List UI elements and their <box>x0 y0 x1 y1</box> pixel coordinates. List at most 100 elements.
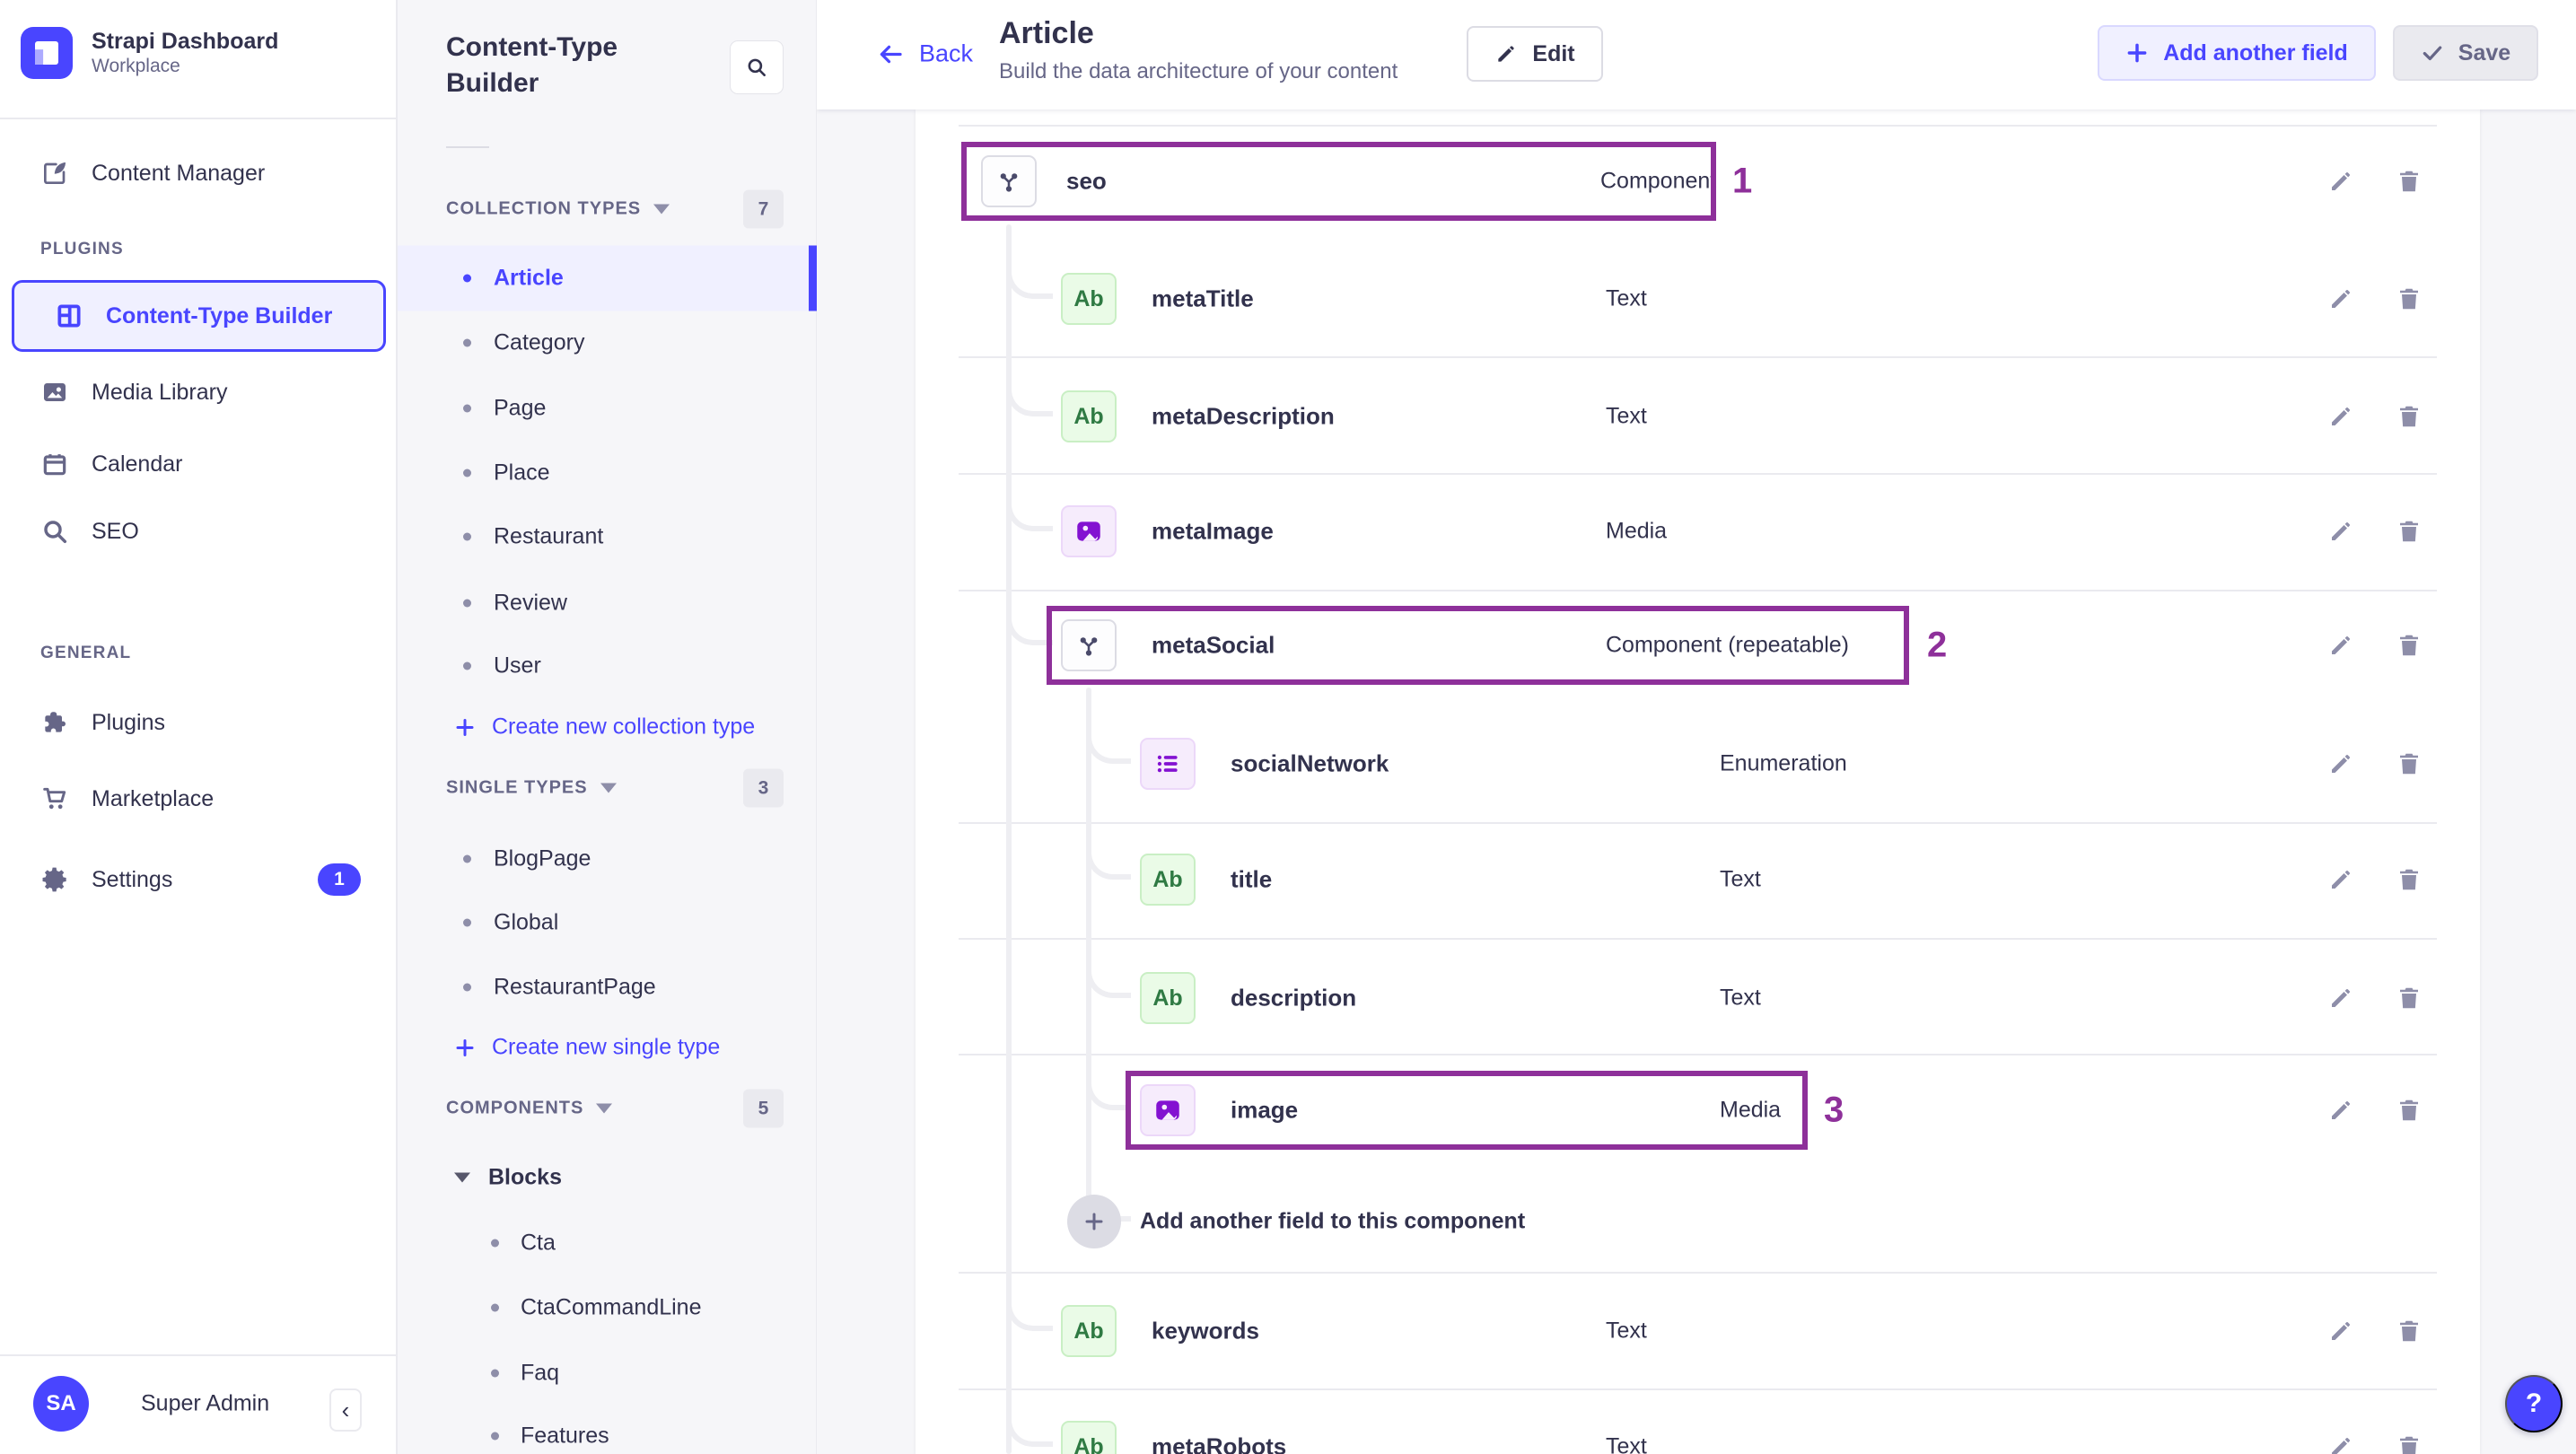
panel-item-category[interactable]: Category <box>398 311 817 376</box>
delete-field-button[interactable] <box>2391 980 2427 1016</box>
field-type: Component (repeatable) <box>1606 632 1849 658</box>
panel-rule <box>446 146 489 148</box>
panel-item-cta[interactable]: Cta <box>398 1211 817 1276</box>
search-button[interactable] <box>730 40 784 94</box>
save-button[interactable]: Save <box>2393 25 2538 81</box>
calendar-icon <box>40 450 69 478</box>
field-name-title: title <box>1231 865 1273 893</box>
panel-item-features[interactable]: Features <box>398 1404 817 1454</box>
edit-field-button[interactable] <box>2323 1429 2359 1454</box>
delete-field-button[interactable] <box>2391 627 2427 663</box>
bullet-icon <box>463 338 471 347</box>
panel-section-header-components[interactable]: COMPONENTS <box>446 1099 613 1119</box>
tree-branch <box>1006 365 1053 416</box>
back-link[interactable]: Back <box>878 40 973 68</box>
delete-field-button[interactable] <box>2391 746 2427 782</box>
arrow-left-icon <box>880 45 902 63</box>
edit-pencil-icon <box>2332 172 2350 190</box>
panel-item-user[interactable]: User <box>398 634 817 699</box>
edit-field-button[interactable] <box>2323 862 2359 898</box>
chevron-down-icon <box>596 1103 613 1114</box>
bullet-icon <box>463 469 471 477</box>
grid-icon <box>55 302 83 330</box>
panel-item-article[interactable]: Article <box>398 245 817 311</box>
component-category-blocks[interactable]: Blocks <box>454 1165 562 1191</box>
bullet-icon <box>463 854 471 863</box>
settings-gear-icon <box>42 867 66 892</box>
avatar[interactable]: SA <box>33 1376 89 1432</box>
sidebar-item-media-library[interactable]: Media Library <box>0 361 398 424</box>
edit-button[interactable]: Edit <box>1467 26 1603 82</box>
media-field-icon <box>1061 505 1117 557</box>
sidebar-item-plugins[interactable]: Plugins <box>0 691 398 754</box>
seo-search-icon <box>44 521 67 544</box>
media-field-icon <box>1156 1100 1179 1120</box>
panel-item-ctacommandline[interactable]: CtaCommandLine <box>398 1275 817 1341</box>
delete-field-button[interactable] <box>2391 1429 2427 1454</box>
panel-item-review[interactable]: Review <box>398 571 817 636</box>
chevron-down-icon <box>600 783 617 793</box>
add-field-to-component-label[interactable]: Add another field to this component <box>1140 1209 1525 1235</box>
sidebar-item-settings[interactable]: Settings <box>0 848 398 911</box>
delete-field-button[interactable] <box>2391 513 2427 549</box>
delete-field-button[interactable] <box>2391 1313 2427 1349</box>
delete-field-button[interactable] <box>2391 399 2427 434</box>
section-count-badge: 7 <box>743 189 784 229</box>
panel-item-place[interactable]: Place <box>398 441 817 506</box>
add-another-field-button[interactable]: Add another field <box>2098 25 2376 81</box>
component-icon <box>1000 173 1018 192</box>
help-button[interactable]: ? <box>2505 1375 2563 1432</box>
enum-field-icon <box>1140 738 1196 790</box>
sidebar-item-seo[interactable]: SEO <box>0 500 398 563</box>
delete-trash-icon <box>2400 171 2418 192</box>
media-library-icon <box>44 383 66 401</box>
delete-field-button[interactable] <box>2391 1092 2427 1128</box>
delete-trash-icon <box>2400 521 2418 542</box>
panel-item-global[interactable]: Global <box>398 890 817 956</box>
sidebar-item-marketplace[interactable]: Marketplace <box>0 767 398 830</box>
edit-field-button[interactable] <box>2323 1092 2359 1128</box>
bullet-icon <box>491 1239 499 1248</box>
plus-icon <box>2127 43 2147 63</box>
bullet-icon <box>463 918 471 927</box>
sidebar-item-content-type-builder[interactable]: Content-Type Builder <box>12 280 386 352</box>
edit-field-button[interactable] <box>2323 746 2359 782</box>
content-type-builder-icon <box>57 304 81 328</box>
pen-icon <box>40 159 69 188</box>
panel-item-restaurant[interactable]: Restaurant <box>398 504 817 570</box>
panel-item-page[interactable]: Page <box>398 376 817 442</box>
edit-field-button[interactable] <box>2323 281 2359 317</box>
edit-field-button[interactable] <box>2323 980 2359 1016</box>
create-new-link[interactable]: Create new collection type <box>454 714 755 740</box>
field-name-metasocial: metaSocial <box>1152 631 1275 659</box>
sidebar-item-content-manager[interactable]: Content Manager <box>0 142 398 205</box>
delete-field-button[interactable] <box>2391 281 2427 317</box>
collapse-sidebar-button[interactable]: ‹ <box>329 1388 362 1432</box>
component-icon <box>1080 637 1098 656</box>
panel-section-header-collection-types[interactable]: COLLECTION TYPES <box>446 199 670 220</box>
edit-field-button[interactable] <box>2323 513 2359 549</box>
field-name-metaimage: metaImage <box>1152 517 1274 545</box>
panel-item-blogpage[interactable]: BlogPage <box>398 827 817 892</box>
search-icon <box>40 517 69 546</box>
field-type: Media <box>1720 1097 1782 1123</box>
create-new-link[interactable]: Create new single type <box>454 1035 720 1061</box>
add-field-to-component-button[interactable] <box>1067 1195 1121 1248</box>
edit-field-button[interactable] <box>2323 399 2359 434</box>
panel-section-header-single-types[interactable]: SINGLE TYPES <box>446 778 617 799</box>
sidebar-item-calendar[interactable]: Calendar <box>0 433 398 495</box>
panel-item-faq[interactable]: Faq <box>398 1341 817 1406</box>
delete-field-button[interactable] <box>2391 163 2427 199</box>
edit-pencil-icon <box>2332 1101 2350 1119</box>
edit-field-button[interactable] <box>2323 627 2359 663</box>
edit-field-button[interactable] <box>2323 163 2359 199</box>
field-name-description: description <box>1231 984 1357 1012</box>
row-divider <box>959 938 2437 940</box>
panel-item-restaurantpage[interactable]: RestaurantPage <box>398 955 817 1020</box>
bullet-icon <box>491 1369 499 1378</box>
sidebar-divider <box>0 118 398 119</box>
edit-field-button[interactable] <box>2323 1313 2359 1349</box>
delete-field-button[interactable] <box>2391 862 2427 898</box>
page-header: Back Article Build the data architecture… <box>817 0 2576 109</box>
annotation-number: 3 <box>1824 1090 1844 1130</box>
